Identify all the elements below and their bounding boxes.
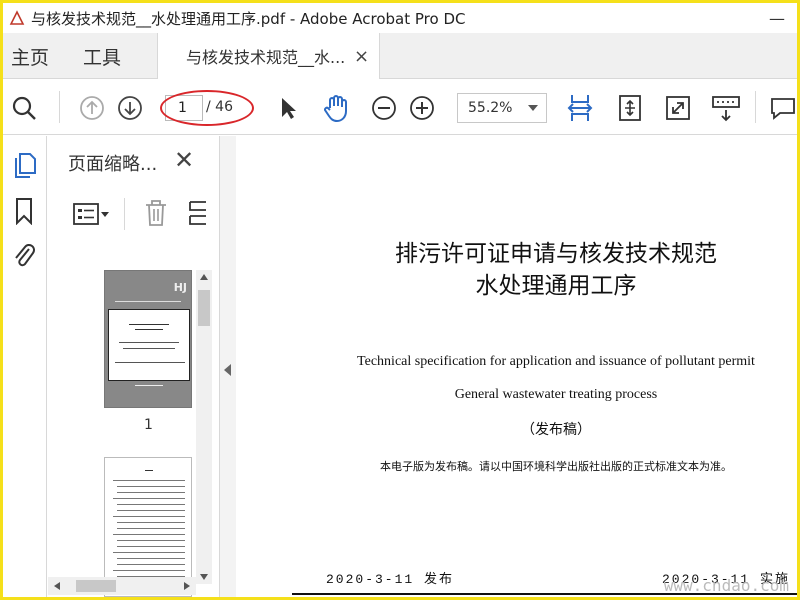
trash-icon[interactable] bbox=[142, 198, 170, 228]
thumbnail-text-line bbox=[117, 564, 185, 565]
thumbnail-horizontal-scrollbar[interactable] bbox=[48, 577, 196, 595]
thumbnail-text-line bbox=[123, 348, 175, 349]
thumbnail-text-line bbox=[113, 516, 185, 517]
toolbar-separator bbox=[755, 91, 756, 123]
thumbnail-text-line bbox=[113, 498, 185, 499]
tab-close-button[interactable]: × bbox=[354, 46, 369, 67]
document-english-title-2: General wastewater treating process bbox=[454, 387, 658, 402]
thumbnail-vertical-scrollbar[interactable] bbox=[196, 270, 212, 584]
next-page-icon[interactable] bbox=[115, 93, 145, 123]
page-thumbnails-icon[interactable] bbox=[9, 150, 39, 180]
window-title: 与核发技术规范__水处理通用工序.pdf - Adobe Acrobat Pro… bbox=[31, 9, 466, 28]
thumbnail-text-line bbox=[117, 522, 185, 523]
document-title-line2: 水处理通用工序 bbox=[475, 273, 637, 299]
thumbnail-text-line bbox=[113, 552, 185, 553]
left-navigation-rail bbox=[3, 136, 47, 597]
thumbnail-text-line bbox=[117, 528, 185, 529]
scroll-up-arrow-icon[interactable] bbox=[200, 274, 208, 280]
document-english-title-1: Technical specification for application … bbox=[357, 354, 755, 369]
select-cursor-icon[interactable] bbox=[273, 93, 303, 123]
page-thumbnail-2[interactable] bbox=[104, 457, 192, 597]
thumbnail-text-line bbox=[145, 470, 153, 471]
thumbnail-options-icon[interactable] bbox=[72, 200, 112, 228]
scroll-right-arrow-icon[interactable] bbox=[184, 582, 190, 590]
thumbnail-text-line bbox=[135, 329, 163, 330]
full-screen-icon[interactable] bbox=[663, 93, 693, 123]
red-highlight-annotation bbox=[160, 90, 254, 126]
acrobat-app-icon bbox=[7, 8, 27, 28]
fit-page-icon[interactable] bbox=[615, 93, 645, 123]
panel-close-button[interactable]: ✕ bbox=[174, 146, 194, 174]
document-tab[interactable]: 与核发技术规范__水... × bbox=[157, 33, 380, 79]
thumbnail-text-line bbox=[129, 324, 169, 325]
watermark: www.cndao.com bbox=[663, 576, 789, 595]
thumbnail-text-line bbox=[117, 540, 185, 541]
scroll-down-arrow-icon[interactable] bbox=[200, 574, 208, 580]
insert-pages-icon[interactable] bbox=[186, 198, 208, 228]
fit-width-icon[interactable] bbox=[565, 93, 595, 123]
comment-icon[interactable] bbox=[767, 93, 797, 123]
thumbnail-text-line bbox=[113, 570, 185, 571]
thumbnail-text-line bbox=[117, 486, 185, 487]
thumbnail-text-line bbox=[117, 492, 185, 493]
document-note: 本电子版为发布稿。请以中国环境科学出版社出版的正式标准文本为准。 bbox=[380, 460, 732, 473]
thumbnail-text-line bbox=[117, 510, 185, 511]
title-bar: 与核发技术规范__水处理通用工序.pdf - Adobe Acrobat Pro… bbox=[3, 3, 797, 33]
zoom-out-icon[interactable] bbox=[369, 93, 399, 123]
panel-collapse-handle[interactable] bbox=[220, 136, 236, 597]
document-view[interactable]: 排污许可证申请与核发技术规范 水处理通用工序 Technical specifi… bbox=[236, 136, 797, 597]
panel-separator bbox=[124, 198, 125, 230]
menu-bar: 主页 工具 与核发技术规范__水... × bbox=[3, 33, 797, 79]
document-title-line1: 排污许可证申请与核发技术规范 bbox=[395, 241, 717, 267]
tab-title: 与核发技术规范__水... bbox=[186, 48, 346, 67]
document-status: （发布稿） bbox=[521, 423, 591, 438]
thumbnail-text-line bbox=[117, 546, 185, 547]
thumbnail-text-line bbox=[117, 558, 185, 559]
menu-tools[interactable]: 工具 bbox=[83, 43, 121, 70]
previous-page-icon[interactable] bbox=[77, 93, 107, 123]
thumbnail-text-line bbox=[115, 362, 185, 363]
scrollbar-thumb[interactable] bbox=[76, 580, 116, 592]
toolbar: 1 / 46 55.2% bbox=[3, 79, 797, 135]
zoom-level-value: 55.2% bbox=[468, 100, 513, 116]
scroll-mode-icon[interactable] bbox=[711, 93, 741, 123]
panel-toolbar bbox=[48, 194, 220, 234]
attachments-icon[interactable] bbox=[9, 240, 39, 270]
collapse-left-arrow-icon[interactable] bbox=[224, 364, 231, 376]
thumbnail-text-line bbox=[117, 504, 185, 505]
thumbnail-text-line bbox=[119, 342, 179, 343]
hand-tool-icon[interactable] bbox=[321, 93, 351, 123]
thumbnail-label-1: 1 bbox=[144, 417, 153, 433]
thumbnail-hj-mark: HJ bbox=[173, 281, 187, 294]
menu-home[interactable]: 主页 bbox=[11, 43, 49, 70]
scroll-left-arrow-icon[interactable] bbox=[54, 582, 60, 590]
zoom-level-select[interactable]: 55.2% bbox=[457, 93, 547, 123]
bookmarks-icon[interactable] bbox=[9, 196, 39, 226]
thumbnail-text-line bbox=[135, 385, 163, 386]
panel-title: 页面缩略... bbox=[68, 154, 158, 175]
minimize-button[interactable]: — bbox=[757, 3, 797, 33]
page-thumbnail-1[interactable]: HJ bbox=[104, 270, 192, 408]
chevron-down-icon bbox=[528, 105, 538, 111]
thumbnail-cover-box bbox=[108, 309, 190, 381]
thumbnail-text-line bbox=[113, 480, 185, 481]
thumbnail-text-line bbox=[113, 534, 185, 535]
zoom-in-icon[interactable] bbox=[407, 93, 437, 123]
search-icon[interactable] bbox=[9, 93, 39, 123]
issue-date: 2020-3-11 发布 bbox=[326, 572, 455, 587]
toolbar-separator bbox=[59, 91, 60, 123]
page-thumbnails-panel: 页面缩略... ✕ HJ 1 bbox=[48, 136, 220, 597]
scrollbar-thumb[interactable] bbox=[198, 290, 210, 326]
thumbnail-text-line bbox=[115, 301, 181, 302]
